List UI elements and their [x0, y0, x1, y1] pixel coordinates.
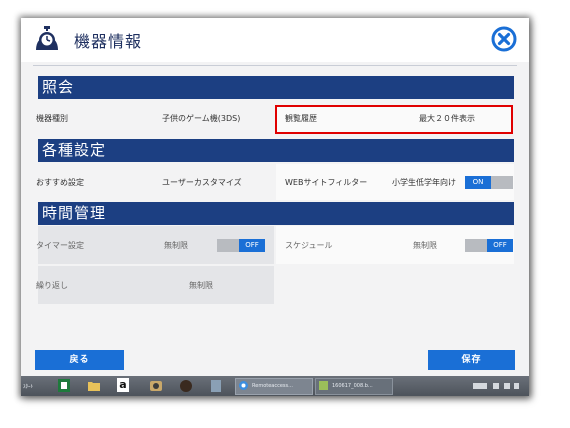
taskbar-task-2[interactable]: 160617_008.b...: [315, 378, 393, 395]
task-2-label: 160617_008.b...: [332, 383, 373, 389]
web-filter-value[interactable]: 小学生低学年向け: [392, 177, 456, 188]
folder-icon[interactable]: [87, 378, 101, 393]
image-file-icon: [319, 381, 328, 390]
inquiry-section-header: 照会: [38, 76, 514, 99]
timer-label: タイマー設定: [36, 241, 84, 250]
recommended-label: おすすめ設定: [36, 178, 84, 187]
device-type-label: 機器種別: [36, 114, 68, 123]
schedule-label: スケジュール: [285, 241, 333, 250]
timer-value: 無制限: [164, 241, 188, 250]
title-divider: [33, 65, 517, 66]
stopwatch-icon: [36, 26, 58, 50]
repeat-cell[interactable]: [38, 266, 274, 304]
taskbar-task-1[interactable]: Remoteaccess...: [235, 378, 313, 395]
title-bar: 機器情報: [21, 18, 529, 62]
device-info-dialog: 機器情報 照会 機器種別 子供のゲーム機(3DS) 観覧履歴 最大２０件表示 各…: [21, 18, 529, 396]
timer-toggle[interactable]: OFF: [217, 239, 265, 252]
schedule-value: 無制限: [413, 241, 437, 250]
toggle-on-label: ON: [465, 176, 491, 189]
web-filter-label: WEBサイトフィルター: [285, 178, 368, 187]
camera-icon[interactable]: [149, 378, 163, 393]
toggle-off-label: OFF: [487, 239, 513, 252]
start-text[interactable]: ｽﾀｰﾄ: [23, 383, 33, 390]
repeat-value: 無制限: [189, 281, 213, 290]
web-filter-toggle[interactable]: ON: [465, 176, 513, 189]
recommended-value[interactable]: ユーザーカスタマイズ: [162, 177, 242, 188]
settings-section-header: 各種設定: [38, 139, 514, 162]
history-highlight-box: [275, 105, 513, 134]
time-section-header: 時間管理: [38, 202, 514, 225]
media-icon[interactable]: [179, 378, 193, 393]
device-type-value: 子供のゲーム機(3DS): [162, 114, 241, 123]
toggle-off-label: OFF: [239, 239, 265, 252]
dialog-title: 機器情報: [74, 32, 143, 51]
system-tray-icons[interactable]: [471, 378, 521, 393]
windows-taskbar: ｽﾀｰﾄ a Remoteaccess... 160617_008.b...: [21, 376, 529, 396]
app-gear-icon: [239, 381, 248, 390]
close-icon[interactable]: [491, 26, 517, 52]
schedule-toggle[interactable]: OFF: [465, 239, 513, 252]
repeat-label: 繰り返し: [36, 281, 68, 290]
excel-icon[interactable]: [57, 378, 71, 393]
back-button[interactable]: 戻る: [35, 350, 124, 370]
save-button[interactable]: 保存: [428, 350, 515, 370]
amazon-icon[interactable]: a: [117, 378, 129, 392]
tool-icon[interactable]: [209, 378, 223, 393]
task-1-label: Remoteaccess...: [252, 383, 293, 389]
